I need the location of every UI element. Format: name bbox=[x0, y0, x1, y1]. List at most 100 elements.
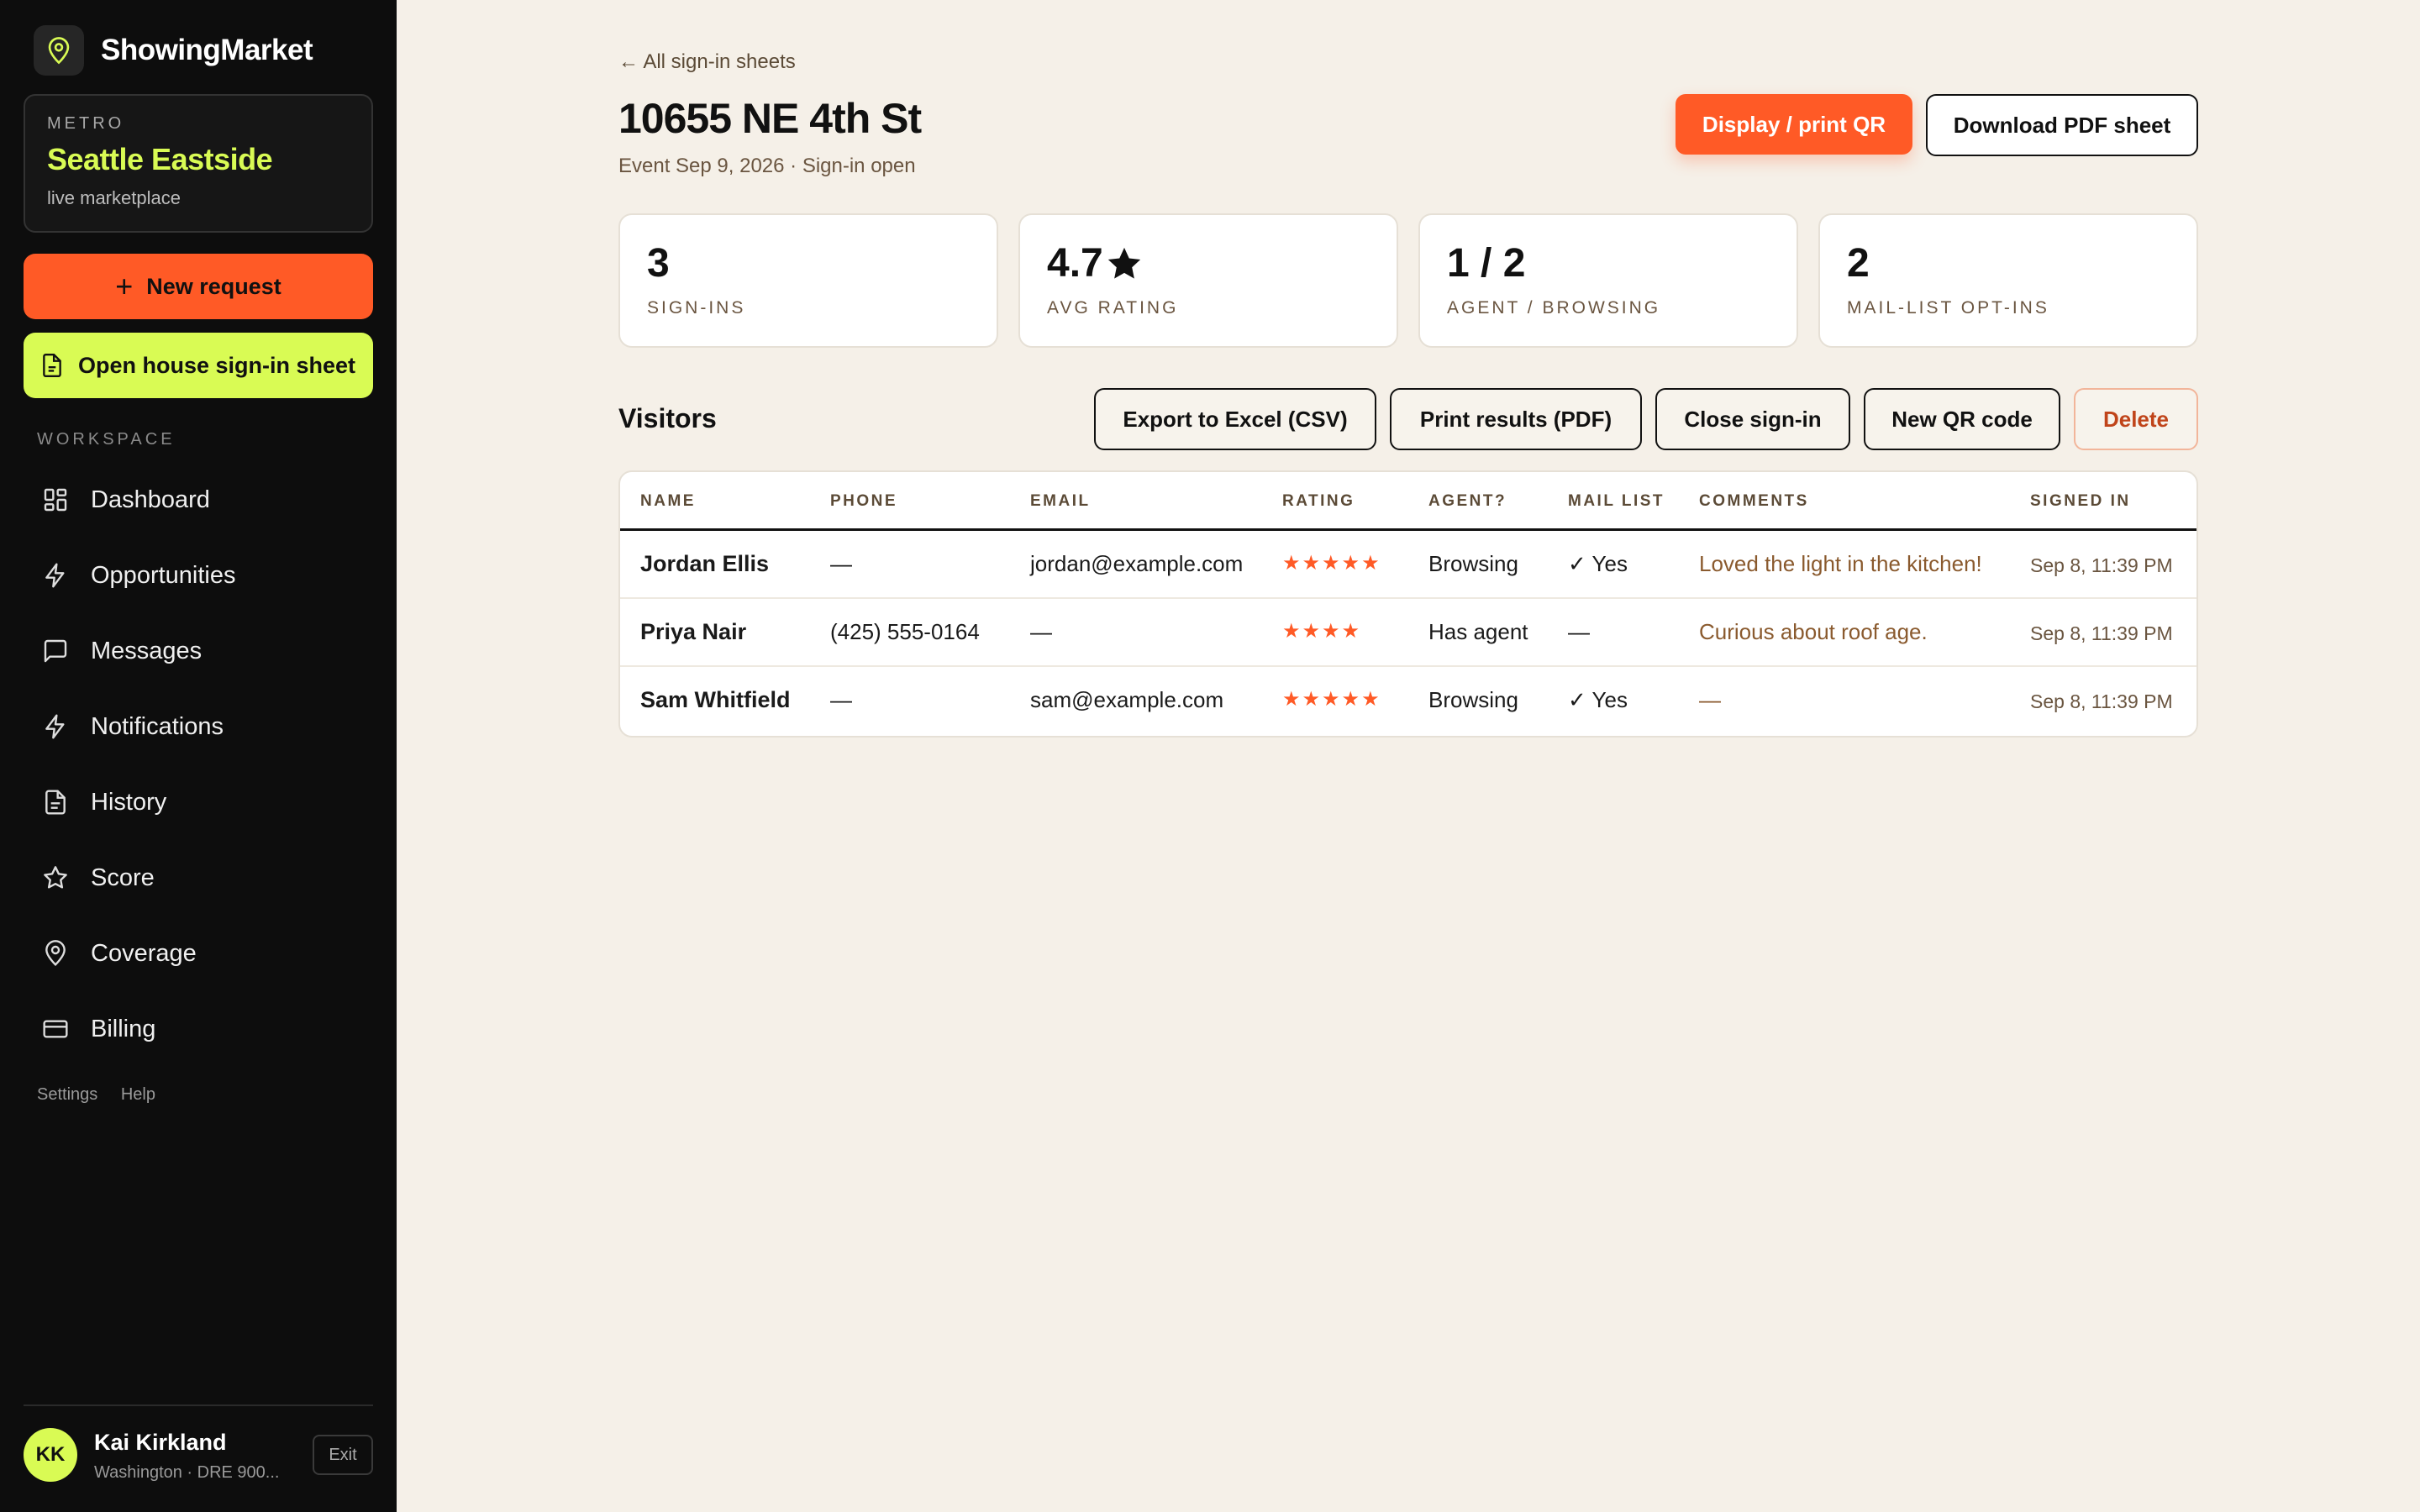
stat-card-mail-list: 2 MAIL-LIST OPT-INS bbox=[1818, 213, 2198, 348]
print-results-button[interactable]: Print results (PDF) bbox=[1390, 388, 1642, 450]
card-icon bbox=[43, 1020, 68, 1038]
stat-label: AGENT / BROWSING bbox=[1447, 298, 1661, 318]
stat-value: 4.7 bbox=[1047, 241, 1103, 286]
visitor-agent: Has agent bbox=[1428, 619, 1528, 644]
sidebar-item-label: History bbox=[91, 788, 167, 816]
user-name: Kai Kirkland bbox=[94, 1430, 227, 1455]
page-title: 10655 NE 4th St bbox=[618, 95, 922, 142]
stat-value: 1 / 2 bbox=[1447, 241, 1526, 286]
visitor-mail-list: ✓ Yes bbox=[1568, 687, 1628, 712]
sidebar-item-messages[interactable]: Messages bbox=[0, 613, 397, 689]
grid-icon bbox=[44, 488, 67, 512]
table-row[interactable]: Priya Nair (425) 555-0164 — ★★★★ Has age… bbox=[620, 599, 2196, 667]
sidebar-item-label: Notifications bbox=[91, 712, 224, 740]
column-header[interactable]: COMMENTS bbox=[1699, 492, 1809, 511]
sidebar-item-notifications[interactable]: Notifications bbox=[0, 689, 397, 764]
visitor-name: Jordan Ellis bbox=[640, 551, 770, 576]
sidebar-item-label: Coverage bbox=[91, 939, 197, 967]
new-request-button[interactable]: + New request bbox=[24, 254, 373, 319]
metro-sub: live marketplace bbox=[47, 187, 181, 208]
table-header: NAME PHONE EMAIL RATING AGENT? MAIL LIST… bbox=[620, 472, 2196, 531]
brand-name: ShowingMarket bbox=[101, 34, 313, 66]
visitor-name: Sam Whitfield bbox=[640, 687, 791, 712]
column-header[interactable]: MAIL LIST bbox=[1568, 492, 1665, 511]
rating-stars: ★★★★★ bbox=[1282, 552, 1381, 575]
sidebar-item-label: Billing bbox=[91, 1015, 156, 1042]
sidebar-footer-links: Settings Help bbox=[37, 1085, 174, 1105]
visitors-heading: Visitors bbox=[618, 403, 717, 433]
metro-label: METRO bbox=[47, 114, 125, 133]
sidebar-item-score[interactable]: Score bbox=[0, 840, 397, 916]
document-icon bbox=[43, 353, 61, 378]
brand[interactable]: ShowingMarket bbox=[34, 25, 313, 76]
column-header[interactable]: SIGNED IN bbox=[2030, 492, 2131, 511]
stat-value: 2 bbox=[1847, 241, 1870, 286]
star-icon bbox=[44, 866, 67, 889]
visitor-phone: — bbox=[830, 687, 852, 712]
sidebar-item-label: Score bbox=[91, 864, 155, 891]
sidebar: ShowingMarket METRO Seattle Eastside liv… bbox=[0, 0, 397, 1512]
open-sign-in-sheet-label: Open house sign-in sheet bbox=[77, 352, 356, 378]
user-license: Washington · DRE 900... bbox=[94, 1463, 280, 1482]
column-header[interactable]: PHONE bbox=[830, 492, 897, 511]
map-pin-icon bbox=[45, 940, 66, 966]
sidebar-item-coverage[interactable]: Coverage bbox=[0, 916, 397, 991]
visitor-email: — bbox=[1030, 619, 1052, 644]
exit-button[interactable]: Exit bbox=[313, 1435, 373, 1475]
visitor-email: jordan@example.com bbox=[1030, 551, 1244, 576]
sidebar-item-history[interactable]: History bbox=[0, 764, 397, 840]
new-request-label: New request bbox=[146, 273, 281, 299]
column-header[interactable]: RATING bbox=[1282, 492, 1355, 511]
settings-link[interactable]: Settings bbox=[37, 1085, 97, 1104]
stat-value-row: 4.7 bbox=[1047, 240, 1370, 286]
download-pdf-button[interactable]: Download PDF sheet bbox=[1926, 94, 2198, 156]
visitor-signed-in: Sep 8, 11:39 PM bbox=[2030, 622, 2173, 644]
back-link[interactable]: ← All sign-in sheets bbox=[618, 50, 796, 74]
map-pin-icon bbox=[34, 25, 84, 76]
delete-button[interactable]: Delete bbox=[2074, 388, 2198, 450]
sidebar-item-dashboard[interactable]: Dashboard bbox=[0, 462, 397, 538]
chat-icon bbox=[44, 639, 67, 663]
sidebar-item-billing[interactable]: Billing bbox=[0, 991, 397, 1067]
open-sign-in-sheet-button[interactable]: Open house sign-in sheet bbox=[24, 333, 373, 398]
metro-name: Seattle Eastside bbox=[47, 142, 273, 176]
sidebar-item-label: Opportunities bbox=[91, 561, 236, 589]
sidebar-item-label: Dashboard bbox=[91, 486, 210, 513]
bolt-icon bbox=[45, 714, 65, 739]
column-header[interactable]: NAME bbox=[640, 492, 696, 511]
column-header[interactable]: EMAIL bbox=[1030, 492, 1091, 511]
visitor-signed-in: Sep 8, 11:39 PM bbox=[2030, 554, 2173, 576]
visitor-mail-list: ✓ Yes bbox=[1568, 551, 1628, 576]
stat-label: MAIL-LIST OPT-INS bbox=[1847, 298, 2049, 318]
export-csv-button[interactable]: Export to Excel (CSV) bbox=[1094, 388, 1376, 450]
display-print-qr-button[interactable]: Display / print QR bbox=[1676, 94, 1912, 155]
rating-stars: ★★★★★ bbox=[1282, 688, 1381, 711]
sidebar-item-label: Messages bbox=[91, 637, 203, 664]
visitor-signed-in: Sep 8, 11:39 PM bbox=[2030, 690, 2173, 712]
bolt-icon bbox=[45, 563, 65, 588]
visitor-mail-list: — bbox=[1568, 619, 1590, 644]
close-sign-in-button[interactable]: Close sign-in bbox=[1655, 388, 1850, 450]
visitor-comment: — bbox=[1699, 687, 1721, 712]
stat-card-agent-browsing: 1 / 2 AGENT / BROWSING bbox=[1418, 213, 1798, 348]
avatar[interactable]: KK bbox=[24, 1428, 77, 1482]
stat-value: 3 bbox=[647, 241, 670, 286]
table-row[interactable]: Sam Whitfield — sam@example.com ★★★★★ Br… bbox=[620, 667, 2196, 735]
rating-stars: ★★★★ bbox=[1282, 620, 1362, 643]
visitor-agent: Browsing bbox=[1428, 687, 1518, 712]
stat-card-avg-rating: 4.7 AVG RATING bbox=[1018, 213, 1398, 348]
event-subtitle: Event Sep 9, 2026 · Sign-in open bbox=[618, 155, 916, 177]
workspace-label: WORKSPACE bbox=[37, 430, 176, 449]
plus-icon: + bbox=[115, 269, 134, 303]
visitor-agent: Browsing bbox=[1428, 551, 1518, 576]
star-icon bbox=[1107, 247, 1140, 279]
visitor-name: Priya Nair bbox=[640, 619, 747, 644]
visitor-comment: Curious about roof age. bbox=[1699, 619, 1928, 644]
column-header[interactable]: AGENT? bbox=[1428, 492, 1507, 511]
sidebar-item-opportunities[interactable]: Opportunities bbox=[0, 538, 397, 613]
help-link[interactable]: Help bbox=[121, 1085, 155, 1104]
table-row[interactable]: Jordan Ellis — jordan@example.com ★★★★★ … bbox=[620, 531, 2196, 599]
metro-selector[interactable]: METRO Seattle Eastside live marketplace bbox=[24, 94, 373, 233]
new-qr-code-button[interactable]: New QR code bbox=[1864, 388, 2060, 450]
stat-label: SIGN-INS bbox=[647, 298, 746, 318]
